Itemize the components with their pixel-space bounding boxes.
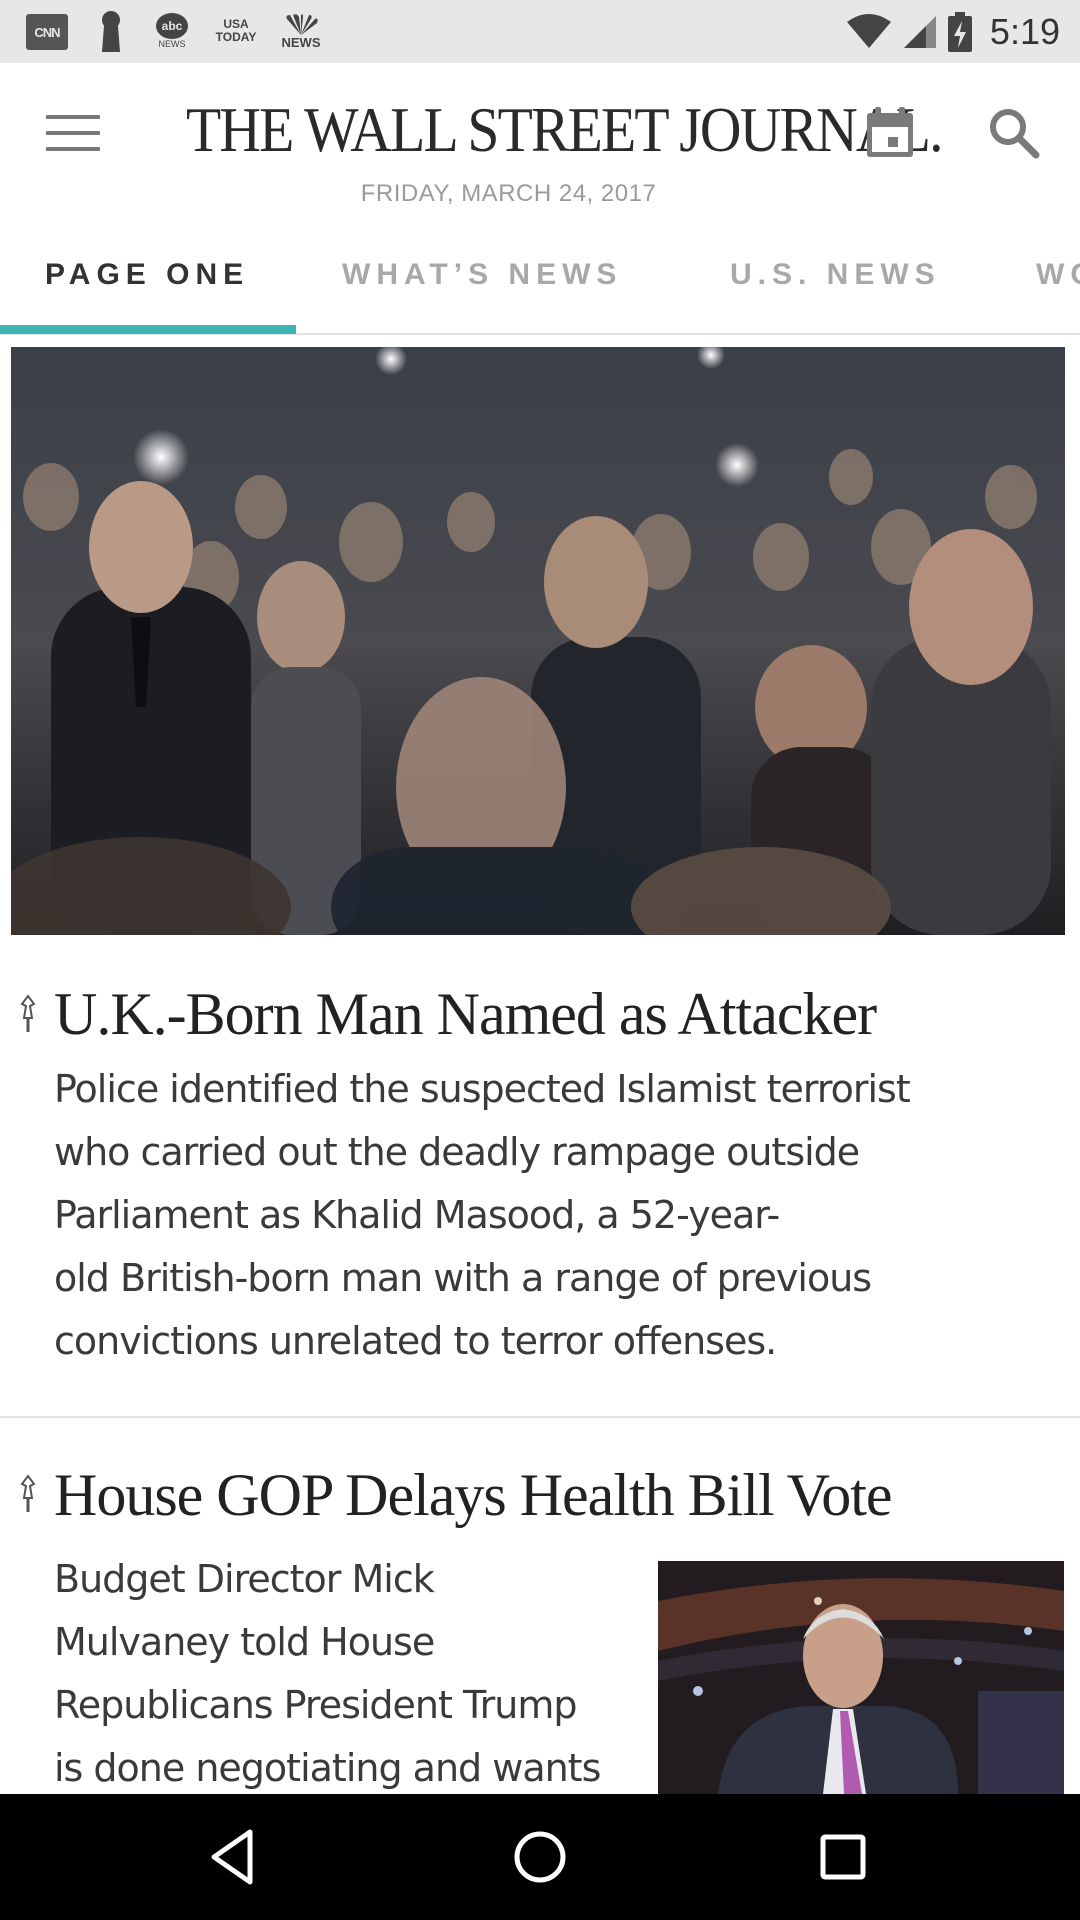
cnn-icon: CNN — [26, 14, 68, 50]
wifi-icon — [846, 13, 891, 48]
section-tabs: PAGE ONE WHAT’S NEWS U.S. NEWS WO — [0, 246, 1080, 333]
edition-date: FRIDAY, MARCH 24, 2017 — [360, 180, 657, 207]
active-tab-indicator — [0, 325, 296, 334]
article-headline[interactable]: U.K.-Born Man Named as Attacker — [54, 980, 877, 1049]
crowd-vigil-photo[interactable] — [11, 347, 1065, 935]
nbc-news-icon: NEWS — [278, 8, 324, 54]
signal-icon — [903, 15, 936, 48]
masthead: THE WALL STREET JOURNAL. — [186, 94, 943, 165]
article-summary[interactable]: Budget Director Mick Mulvaney told House… — [54, 1548, 644, 1800]
usa-today-icon: USA TODAY — [215, 17, 257, 44]
tab-world[interactable]: WO — [1036, 246, 1080, 333]
tab-us-news[interactable]: U.S. NEWS — [730, 246, 941, 333]
calendar-icon[interactable] — [864, 105, 916, 161]
pen-nib-icon — [20, 994, 36, 1032]
tab-page-one[interactable]: PAGE ONE — [45, 246, 249, 333]
article-summary[interactable]: Police identified the suspected Islamist… — [54, 1058, 1034, 1373]
status-bar: CNN abc NEWS USA TODAY NEWS 5:19 — [0, 0, 1080, 63]
divider — [0, 1416, 1080, 1418]
article-headline[interactable]: House GOP Delays Health Bill Vote — [54, 1461, 892, 1530]
system-nav-bar — [0, 1794, 1080, 1920]
keyhole-icon — [96, 8, 126, 54]
clock: 5:19 — [989, 10, 1060, 52]
recents-icon[interactable] — [810, 1824, 876, 1890]
pen-nib-icon — [20, 1474, 36, 1512]
politician-photo[interactable] — [658, 1561, 1064, 1794]
tab-whats-news[interactable]: WHAT’S NEWS — [342, 246, 622, 333]
app-header: THE WALL STREET JOURNAL. FRIDAY, MARCH 2… — [0, 63, 1080, 335]
hamburger-menu-icon[interactable] — [46, 115, 100, 155]
battery-charging-icon — [947, 11, 972, 52]
home-icon[interactable] — [507, 1824, 573, 1890]
back-icon[interactable] — [202, 1824, 268, 1890]
abc-news-icon: abc NEWS — [152, 8, 192, 54]
search-icon[interactable] — [986, 105, 1042, 161]
